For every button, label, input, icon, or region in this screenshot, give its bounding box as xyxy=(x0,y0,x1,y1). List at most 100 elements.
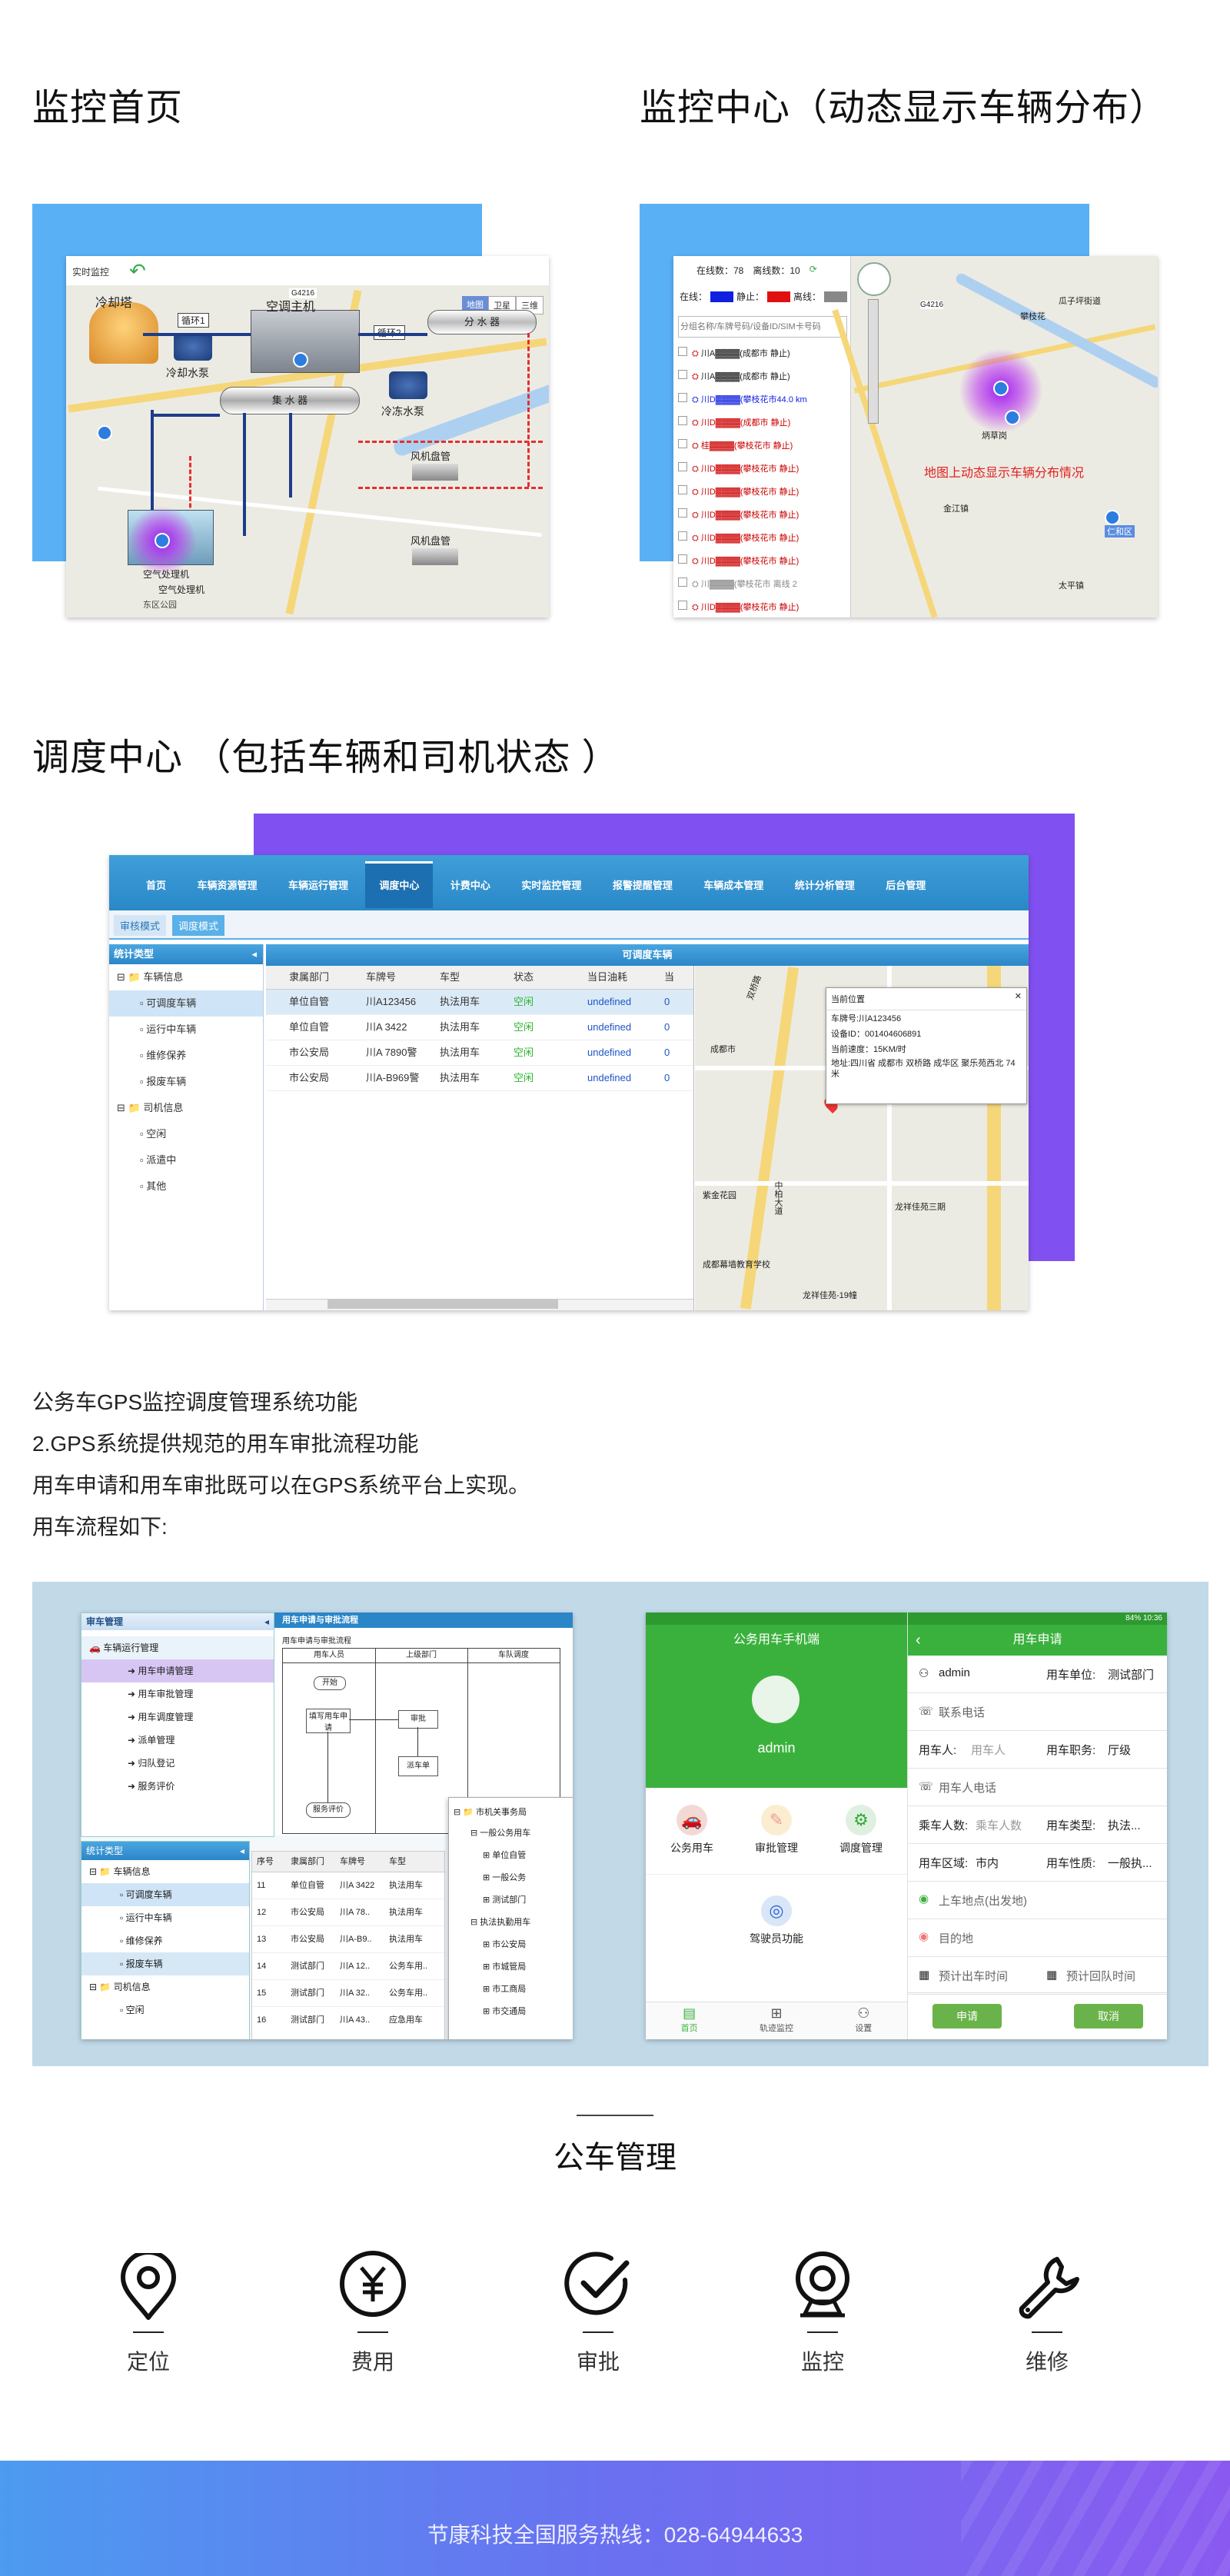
table-row[interactable]: 市公安局 川A-B969警 执法用车 空闲 undefined 0 xyxy=(266,1066,693,1091)
form-type-value[interactable]: 执法... xyxy=(1108,1817,1141,1833)
tree-item-other[interactable]: ▫ 其他 xyxy=(109,1173,263,1200)
flow-node-approve[interactable]: 审批 xyxy=(398,1710,438,1729)
list-item[interactable]: ⛭ 川D▓▓▓▓(成都市 静止) xyxy=(678,411,843,434)
table-row[interactable]: 12 市公安局 川A 78.. 执法用车 xyxy=(252,1899,444,1926)
org-item[interactable]: ⊟ 一般公务用车 xyxy=(449,1822,573,1845)
tree-item[interactable]: ➜ 用车审批管理 xyxy=(81,1682,274,1706)
table-row[interactable]: 市公安局 川A 7890警 执法用车 空闲 undefined 0 xyxy=(266,1040,693,1066)
flow-node-start[interactable]: 开始 xyxy=(314,1676,346,1690)
map-zoom-slider[interactable] xyxy=(868,299,879,424)
tree-item-scrapped[interactable]: ▫ 报废车辆 xyxy=(109,1069,263,1095)
tree-item[interactable]: ⊟ 📁 司机信息 xyxy=(81,1975,249,1999)
apply-button[interactable]: 申请 xyxy=(932,2004,1002,2029)
table-row[interactable]: 11 单位自管 川A 3422 执法用车 xyxy=(252,1872,444,1899)
list-item[interactable]: ⛭ 川D▓▓▓▓(攀枝花市 静止) xyxy=(678,596,843,617)
dispatch-map[interactable]: 双桥路 成都市 中柏大道 龙祥佳苑三期 龙祥佳苑-19幢 成都幕墙教育学校 紫金… xyxy=(695,966,1029,1310)
flow-node-evaluate[interactable]: 服务评价 xyxy=(306,1802,351,1818)
form-row-dest[interactable]: ◉ 目的地 xyxy=(908,1919,1167,1957)
refresh-icon[interactable]: ⟳ xyxy=(809,264,817,277)
avatar[interactable] xyxy=(752,1676,800,1723)
tab-dispatch-mode[interactable]: 调度模式 xyxy=(172,915,225,936)
tab-track[interactable]: ⊞ 轨迹监控 xyxy=(733,2002,819,2039)
menu-dispatch[interactable]: ⚙ 调度管理 xyxy=(830,1805,892,1855)
tree-item[interactable]: ➜ 用车调度管理 xyxy=(81,1706,274,1729)
cancel-button[interactable]: 取消 xyxy=(1074,2004,1143,2029)
vehicle-search-input[interactable] xyxy=(678,316,847,338)
nav-cost[interactable]: 车辆成本管理 xyxy=(690,864,777,908)
tree-item[interactable]: ➜ 用车申请管理 xyxy=(81,1659,274,1682)
tab-settings[interactable]: ⚇ 设置 xyxy=(820,2002,907,2039)
tree-item[interactable]: ⊟ 📁 车辆信息 xyxy=(81,1860,249,1883)
form-nature-value[interactable]: 一般执... xyxy=(1108,1855,1152,1871)
nav-alarm[interactable]: 报警提醒管理 xyxy=(599,864,686,908)
tree-item-dispatching[interactable]: ▫ 派遣中 xyxy=(109,1147,263,1173)
org-item[interactable]: ⊞ 一般公务 xyxy=(449,1867,573,1889)
nav-vehicle-resources[interactable]: 车辆资源管理 xyxy=(183,864,271,908)
refresh-icon[interactable]: ↶ xyxy=(129,259,146,283)
col-header[interactable]: 车牌号 xyxy=(366,966,440,989)
vehicle-marker[interactable] xyxy=(1105,510,1120,525)
tree-item[interactable]: ▫ 维修保养 xyxy=(81,1929,249,1952)
tree-item-running[interactable]: ▫ 运行中车辆 xyxy=(109,1017,263,1043)
tree-item[interactable]: ▫ 报废车辆 xyxy=(81,1952,249,1975)
form-placeholder[interactable]: 预计回队时间 xyxy=(1066,1968,1135,1984)
table-row[interactable]: 16 测试部门 川A 43.. 应急用车 xyxy=(252,2007,444,2033)
menu-official-car[interactable]: 🚗 公务用车 xyxy=(661,1805,723,1855)
col-header[interactable]: 车牌号 xyxy=(340,1852,389,1872)
org-item[interactable]: ⊞ 市公安局 xyxy=(449,1934,573,1956)
collapse-icon[interactable]: ◂ xyxy=(240,1842,244,1860)
form-row-person-phone[interactable]: ☏ 用车人电话 xyxy=(908,1769,1167,1806)
org-item[interactable]: ⊞ 市城管局 xyxy=(449,1956,573,1979)
col-header[interactable]: 序号 xyxy=(252,1852,291,1872)
tree-root[interactable]: 🚗 车辆运行管理 xyxy=(81,1636,274,1659)
list-item[interactable]: ⛭ 桂▓▓▓▓(攀枝花市 静止) xyxy=(678,434,843,458)
nav-billing[interactable]: 计费中心 xyxy=(437,864,504,908)
flow-node-apply[interactable]: 填写用车申请 xyxy=(306,1709,351,1733)
menu-driver[interactable]: ◎ 驾驶员功能 xyxy=(738,1895,815,1946)
tree-item[interactable]: ▫ 运行中车辆 xyxy=(81,1906,249,1929)
vehicle-marker[interactable] xyxy=(993,381,1009,396)
tree-item-driver-info[interactable]: ⊟ 📁 司机信息 xyxy=(109,1095,263,1121)
tree-item[interactable]: ➜ 服务评价 xyxy=(81,1775,274,1798)
menu-approval[interactable]: ✎ 审批管理 xyxy=(746,1805,807,1855)
table-row[interactable]: 单位自管 川A123456 执法用车 空闲 undefined 0 xyxy=(266,990,693,1015)
list-item[interactable]: ⛭ 川D▓▓▓▓(攀枝花市 静止) xyxy=(678,481,843,504)
close-icon[interactable]: ✕ xyxy=(1015,991,1022,1001)
list-item[interactable]: ⛭ 川A▓▓▓▓(成都市 静止) xyxy=(678,365,843,388)
back-icon[interactable]: ‹ xyxy=(916,1625,921,1656)
tree-item-vehicle-info[interactable]: ⊟ 📁 车辆信息 xyxy=(109,964,263,990)
horizontal-scrollbar[interactable] xyxy=(266,1299,693,1310)
vehicle-map[interactable]: 攀枝花 瓜子坪街道 炳草岗 仁和区 G4216 金江镇 太平镇 地图上动态显示车… xyxy=(832,256,1158,617)
tree-item-dispatchable[interactable]: ▫ 可调度车辆 xyxy=(109,990,263,1017)
col-header[interactable]: 车型 xyxy=(389,1852,435,1872)
form-post-value[interactable]: 厅级 xyxy=(1108,1742,1131,1758)
org-item[interactable]: ⊞ 单位自管 xyxy=(449,1845,573,1867)
table-row[interactable]: 15 测试部门 川A 32.. 公务车用.. xyxy=(252,1980,444,2007)
tree-item-maintenance[interactable]: ▫ 维修保养 xyxy=(109,1043,263,1069)
col-header[interactable]: 隶属部门 xyxy=(266,966,366,989)
form-unit-value[interactable]: 测试部门 xyxy=(1108,1666,1154,1682)
table-row[interactable]: 13 市公安局 川A-B9.. 执法用车 xyxy=(252,1926,444,1953)
nav-backend[interactable]: 后台管理 xyxy=(872,864,939,908)
tree-item[interactable]: ▫ 可调度车辆 xyxy=(81,1883,249,1906)
tab-review-mode[interactable]: 审核模式 xyxy=(114,915,167,936)
collapse-icon[interactable]: ◂ xyxy=(264,1613,269,1630)
nav-vehicle-operation[interactable]: 车辆运行管理 xyxy=(274,864,362,908)
org-item[interactable]: ⊞ 市工商局 xyxy=(449,1979,573,2001)
form-placeholder[interactable]: 用车人 xyxy=(971,1742,1006,1758)
tree-item-idle[interactable]: ▫ 空闲 xyxy=(109,1121,263,1147)
tree-item[interactable]: ➜ 派单管理 xyxy=(81,1729,274,1752)
map-pan-control[interactable] xyxy=(857,262,891,296)
col-header[interactable]: 当 xyxy=(664,966,680,989)
org-root[interactable]: ⊟ 📁 市机关事务局 xyxy=(449,1802,573,1822)
form-area-value[interactable]: 市内 xyxy=(976,1855,999,1871)
tab-home[interactable]: ▤ 首页 xyxy=(646,2002,733,2039)
list-item[interactable]: ⛭ 川A▓▓▓▓(成都市 静止) xyxy=(678,342,843,365)
vehicle-marker[interactable] xyxy=(1005,410,1020,425)
col-header[interactable]: 车型 xyxy=(440,966,514,989)
form-row-pickup[interactable]: ◉ 上车地点(出发地) xyxy=(908,1882,1167,1919)
tree-item[interactable]: ➜ 归队登记 xyxy=(81,1752,274,1775)
collapse-icon[interactable]: ◂ xyxy=(251,944,257,964)
vehicle-marker[interactable] xyxy=(155,533,170,548)
list-item[interactable]: ⛭ 川D▓▓▓▓(攀枝花市 静止) xyxy=(678,527,843,550)
